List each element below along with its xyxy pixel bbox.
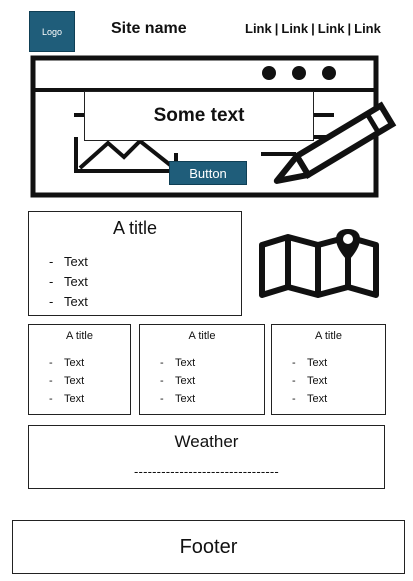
logo[interactable]: Logo — [29, 11, 75, 52]
weather-value: -------------------------------- — [134, 464, 279, 479]
list-item: Text — [292, 372, 327, 390]
featured-card-list: Text Text Text — [49, 252, 88, 312]
list-item: Text — [49, 252, 88, 272]
weather-title: Weather — [174, 432, 239, 451]
nav-separator: | — [347, 21, 352, 36]
list-item: Text — [49, 390, 84, 408]
nav-link-3[interactable]: Link — [318, 21, 345, 36]
card-title: A title — [315, 330, 342, 342]
nav-links: Link | Link | Link | Link — [245, 21, 381, 36]
list-item: Text — [49, 372, 84, 390]
site-name[interactable]: Site name — [111, 20, 187, 38]
card-list: Text Text Text — [160, 354, 195, 408]
nav-separator: | — [311, 21, 315, 36]
image-icon — [74, 137, 178, 173]
list-item: Text — [160, 390, 195, 408]
hero-button[interactable]: Button — [169, 161, 247, 185]
list-item: Text — [49, 292, 88, 312]
list-item: Text — [292, 390, 327, 408]
footer: Footer — [12, 520, 405, 574]
list-item: Text — [292, 354, 327, 372]
weather-widget: Weather -------------------------------- — [28, 425, 385, 489]
list-item: Text — [49, 354, 84, 372]
featured-card: A title Text Text Text — [28, 211, 242, 316]
map-pin-icon — [259, 229, 379, 298]
card-2: A title Text Text Text — [139, 324, 265, 415]
card-title: A title — [188, 330, 216, 342]
card-list: Text Text Text — [292, 354, 327, 408]
nav-separator: | — [274, 21, 279, 36]
card-3: A title Text Text Text — [271, 324, 386, 415]
list-item: Text — [160, 372, 195, 390]
list-item: Text — [49, 272, 88, 292]
nav-link-4[interactable]: Link — [354, 21, 381, 36]
card-list: Text Text Text — [49, 354, 84, 408]
card-title: A title — [66, 330, 93, 342]
list-item: Text — [160, 354, 195, 372]
hero-text: Some text — [84, 91, 314, 141]
nav-link-1[interactable]: Link — [245, 21, 272, 36]
nav-link-2[interactable]: Link — [281, 21, 308, 36]
card-1: A title Text Text Text — [28, 324, 131, 415]
featured-card-title: A title — [112, 218, 158, 238]
